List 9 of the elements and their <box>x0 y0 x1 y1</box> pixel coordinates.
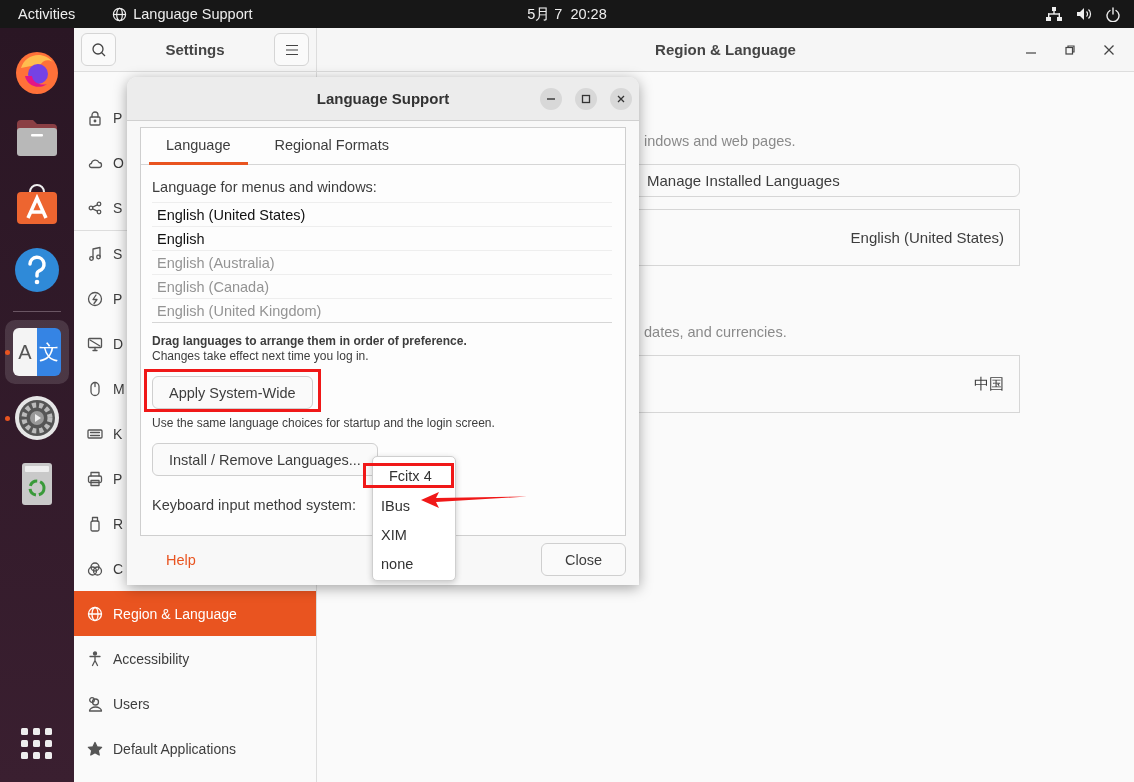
sidebar-title: Settings <box>165 41 225 58</box>
section-description: indows and web pages. <box>643 133 797 151</box>
restart-hint: Changes take effect next time you log in. <box>152 349 369 364</box>
apply-hint: Use the same language choices for startup and the login screen. <box>152 416 495 431</box>
page-title: Region & Language <box>655 41 796 58</box>
drag-hint: Drag languages to arrange them in order of preference. <box>152 334 467 349</box>
list-label: Language for menus and windows: <box>152 178 377 197</box>
dialog-title: Language Support <box>316 90 450 107</box>
input-method-label: Keyboard input method system: <box>152 496 356 515</box>
